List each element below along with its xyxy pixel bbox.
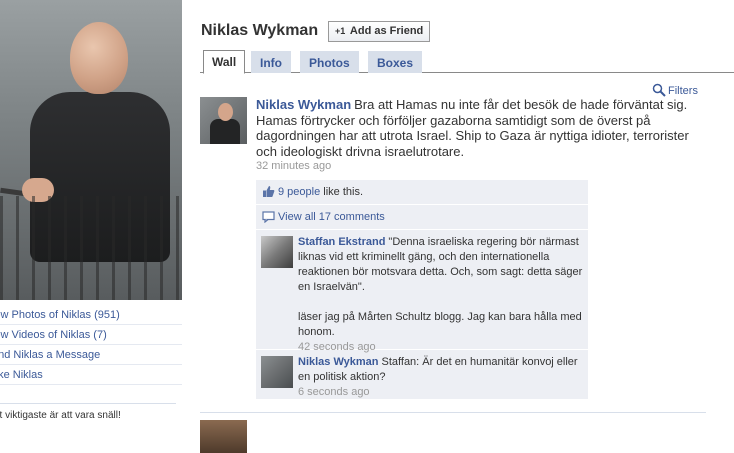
- add-friend-button[interactable]: +1 Add as Friend: [328, 21, 431, 42]
- comment-body: Niklas Wykman Staffan: Är det en humanitä…: [298, 350, 583, 400]
- tab-boxes[interactable]: Boxes: [368, 51, 423, 73]
- tab-photos[interactable]: Photos: [300, 51, 359, 73]
- comment-author-link[interactable]: Staffan Ekstrand: [298, 236, 385, 248]
- view-videos-link[interactable]: iew Videos of Niklas (7): [0, 325, 182, 345]
- comment-item: Niklas Wykman Staffan: Är det en humanitä…: [256, 350, 588, 400]
- likes-row: 9 people like this.: [256, 180, 588, 205]
- avatar-body: [210, 119, 240, 144]
- view-all-comments-link[interactable]: View all 17 comments: [278, 211, 385, 223]
- send-message-link[interactable]: end Niklas a Message: [0, 345, 182, 365]
- comment-author-avatar[interactable]: [261, 236, 293, 268]
- photo-person-head: [70, 22, 128, 94]
- poke-link[interactable]: oke Niklas: [0, 365, 182, 385]
- photo-railing: [0, 196, 182, 300]
- magnifier-icon: [652, 83, 666, 97]
- comment-bubble-icon: [262, 211, 275, 224]
- comment-timestamp: 6 seconds ago: [298, 386, 370, 398]
- profile-motto: et viktigaste är att vara snäll!: [0, 403, 176, 421]
- avatar-head: [218, 103, 233, 121]
- filters-link[interactable]: Filters: [652, 83, 698, 97]
- view-photos-link[interactable]: iew Photos of Niklas (951): [0, 305, 182, 325]
- comment-author-link[interactable]: Niklas Wykman: [298, 356, 379, 368]
- tab-wall[interactable]: Wall: [203, 50, 246, 74]
- next-post-avatar[interactable]: [200, 420, 247, 453]
- filters-label: Filters: [668, 85, 698, 97]
- profile-name: Niklas Wykman: [201, 22, 319, 39]
- add-friend-label: Add as Friend: [349, 25, 424, 37]
- likes-link[interactable]: 9 people: [278, 186, 320, 198]
- tab-info[interactable]: Info: [251, 51, 291, 73]
- plus-one-icon: +1: [335, 26, 346, 36]
- profile-photo[interactable]: [0, 0, 182, 300]
- comment-author-avatar[interactable]: [261, 356, 293, 388]
- view-comments-row[interactable]: View all 17 comments: [256, 205, 588, 230]
- comment-body: Staffan Ekstrand "Denna israeliska regeri…: [298, 230, 583, 355]
- post-author-link[interactable]: Niklas Wykman: [256, 97, 351, 112]
- post-content: Niklas Wykman Bra att Hamas nu inte får d…: [256, 97, 706, 159]
- likes-suffix: like this.: [320, 186, 364, 198]
- post-feedback: 9 people like this. View all 17 comments…: [256, 180, 588, 400]
- sidebar-links: iew Photos of Niklas (951) iew Videos of…: [0, 305, 182, 385]
- comment-item: Staffan Ekstrand "Denna israeliska regeri…: [256, 230, 588, 353]
- thumbs-up-icon: [263, 186, 275, 197]
- left-column: iew Photos of Niklas (951) iew Videos of…: [0, 0, 182, 453]
- post-timestamp[interactable]: 32 minutes ago: [256, 160, 331, 172]
- profile-tabs: Wall Info Photos Boxes: [200, 50, 734, 74]
- post-divider: [200, 412, 706, 413]
- post-author-avatar[interactable]: [200, 97, 247, 144]
- comment-text-continued: läser jag på Mårten Schultz blogg. Jag k…: [298, 311, 582, 338]
